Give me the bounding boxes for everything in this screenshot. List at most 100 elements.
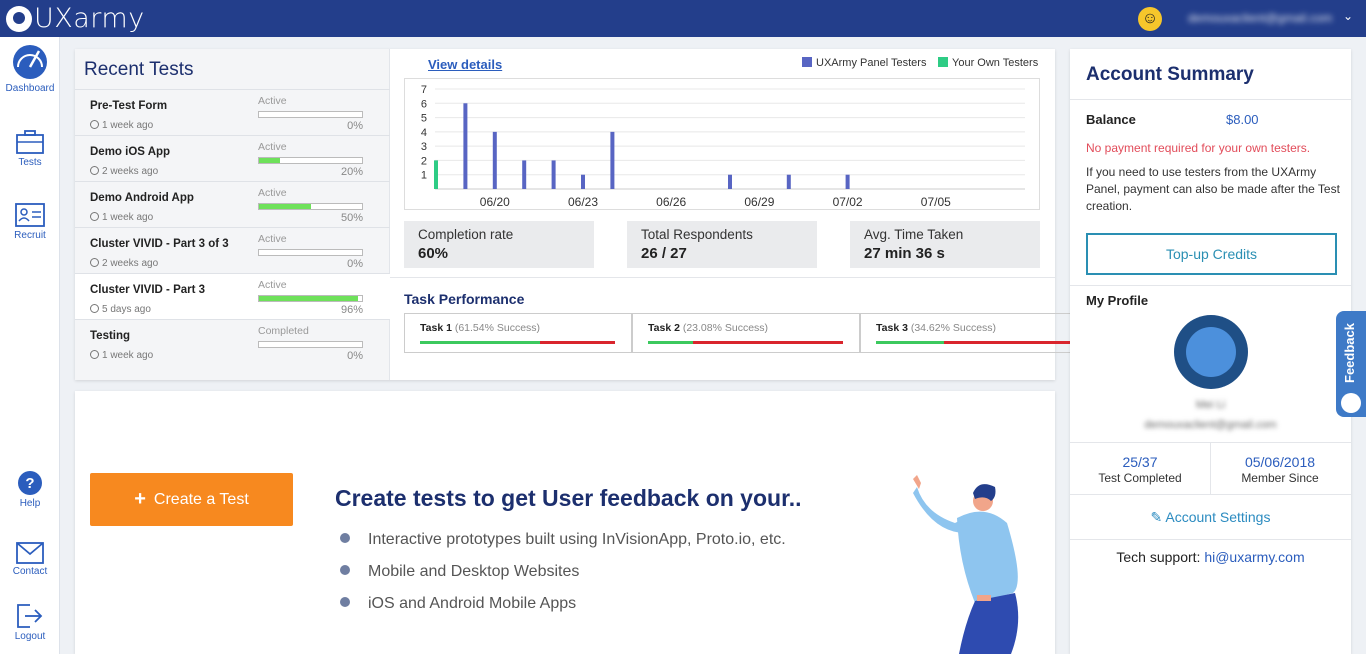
- person-illustration: [913, 475, 1019, 654]
- task-performance-item[interactable]: Task 1 (61.54% Success): [404, 313, 632, 353]
- logout-icon: [17, 604, 43, 628]
- bullet-text: Mobile and Desktop Websites: [368, 563, 580, 580]
- stat-total-respondents: Total Respondents 26 / 27: [627, 221, 817, 268]
- test-progress-fill: [259, 296, 358, 301]
- brand-logo[interactable]: UXarmy: [6, 3, 145, 34]
- sidebar-item-label: Help: [19, 498, 41, 509]
- sidebar-item-logout[interactable]: Logout: [0, 603, 60, 642]
- bar-panel-testers: [492, 131, 497, 189]
- account-summary-title: Account Summary: [1086, 64, 1254, 85]
- bullet-item: iOS and Android Mobile Apps: [340, 595, 576, 613]
- id-card-icon: [15, 203, 45, 227]
- plus-icon: +: [134, 488, 146, 510]
- avatar[interactable]: [1174, 315, 1248, 389]
- brand-name: UXarmy: [34, 3, 145, 34]
- divider: [1070, 285, 1351, 286]
- sidebar-item-help[interactable]: ? Help: [0, 470, 60, 509]
- account-settings-label: Account Settings: [1165, 509, 1271, 525]
- test-row[interactable]: Pre-Test Form 1 week ago Active 0%: [75, 89, 390, 135]
- test-time: 2 weeks ago: [90, 258, 158, 269]
- view-details-link[interactable]: View details: [428, 57, 502, 72]
- stat-completion-rate: Completion rate 60%: [404, 221, 594, 268]
- clock-icon: [90, 350, 99, 359]
- test-status: Completed: [258, 325, 309, 337]
- sidebar-item-tests[interactable]: Tests: [0, 129, 60, 168]
- test-row[interactable]: Cluster VIVID - Part 3 5 days ago Active 96…: [75, 273, 390, 319]
- tech-support-label: Tech support:: [1116, 549, 1205, 565]
- bar-own-testers: [434, 160, 438, 189]
- test-time: 2 weeks ago: [90, 166, 158, 177]
- create-test-label: Create a Test: [153, 490, 249, 508]
- test-name: Cluster VIVID - Part 3: [90, 284, 206, 296]
- y-tick-label: 6: [421, 98, 427, 110]
- test-name: Demo iOS App: [90, 146, 171, 158]
- test-row[interactable]: Demo iOS App 2 weeks ago Active 20%: [75, 135, 390, 181]
- legend-panel-testers[interactable]: UXArmy Panel Testers: [802, 57, 926, 69]
- account-settings-link[interactable]: ✎ Account Settings: [1070, 509, 1351, 526]
- test-time: 1 week ago: [90, 350, 153, 361]
- legend-own-testers[interactable]: Your Own Testers: [938, 57, 1038, 69]
- test-progress-pct: 50%: [340, 212, 363, 224]
- user-icon: [1186, 327, 1236, 377]
- test-row[interactable]: Cluster VIVID - Part 3 of 3 2 weeks ago Ac…: [75, 227, 390, 273]
- y-tick-label: 4: [421, 127, 427, 139]
- test-name: Cluster VIVID - Part 3 of 3: [90, 238, 229, 250]
- payment-info: If you need to use testers from the UXAr…: [1086, 165, 1340, 213]
- test-progress-fill: [259, 204, 311, 209]
- x-tick-label: 07/02: [833, 195, 863, 209]
- bullet-dot-icon: [340, 565, 350, 575]
- task-success-fill: [876, 341, 944, 344]
- bullet-item: Interactive prototypes built using InVis…: [340, 531, 786, 549]
- clock-icon: [90, 304, 99, 313]
- divider: [1070, 494, 1351, 495]
- test-progress-fill: [259, 158, 280, 163]
- clock-icon: [90, 120, 99, 129]
- topup-credits-button[interactable]: Top-up Credits: [1086, 233, 1337, 275]
- test-row[interactable]: Testing 1 week ago Completed 0%: [75, 319, 390, 365]
- task-success-bar: [420, 341, 615, 344]
- recent-tests-title: Recent Tests: [84, 59, 194, 80]
- test-progress-bar: [258, 341, 363, 348]
- bullet-dot-icon: [340, 597, 350, 607]
- bullet-item: Mobile and Desktop Websites: [340, 563, 579, 581]
- bar-panel-testers: [610, 131, 615, 189]
- task-name: Task 1 (61.54% Success): [420, 322, 541, 334]
- task-success-fill: [420, 341, 540, 344]
- legend-swatch: [802, 57, 812, 67]
- test-row[interactable]: Demo Android App 1 week ago Active 50%: [75, 181, 390, 227]
- task-performance-item[interactable]: Task 3 (34.62% Success): [860, 313, 1088, 353]
- test-progress-pct: 0%: [347, 350, 363, 362]
- stat-value: 26 / 27: [641, 245, 687, 262]
- test-status: Active: [258, 279, 287, 291]
- sidebar-item-contact[interactable]: Contact: [0, 542, 60, 577]
- logo-icon: [6, 5, 32, 32]
- bar-panel-testers: [581, 174, 585, 189]
- sidebar: Dashboard Tests Recruit ? Help Contact L…: [0, 37, 60, 654]
- bar-panel-testers: [551, 160, 556, 189]
- balance-label: Balance: [1086, 112, 1136, 127]
- task-performance-item[interactable]: Task 2 (23.08% Success): [632, 313, 860, 353]
- member-since-value: 05/06/2018: [1244, 454, 1316, 470]
- feedback-tab[interactable]: Feedback: [1336, 311, 1366, 417]
- bar-panel-testers: [786, 174, 791, 189]
- test-status: Active: [258, 233, 287, 245]
- smiley-icon[interactable]: ☺: [1138, 7, 1162, 31]
- y-tick-label: 1: [421, 170, 427, 182]
- sidebar-item-dashboard[interactable]: Dashboard: [0, 43, 60, 94]
- chevron-down-icon[interactable]: ⌄: [1343, 9, 1353, 23]
- profile-name: Mei Li: [1195, 399, 1226, 411]
- divider: [1070, 539, 1351, 540]
- tech-support-email[interactable]: hi@uxarmy.com: [1204, 549, 1304, 565]
- x-tick-label: 06/23: [568, 195, 598, 209]
- chart-panel: View details UXArmy Panel Testers Your O…: [390, 49, 1088, 380]
- create-test-button[interactable]: + Create a Test: [90, 473, 293, 526]
- test-name: Demo Android App: [90, 192, 194, 204]
- bar-panel-testers: [728, 174, 732, 189]
- sidebar-item-label: Tests: [18, 157, 42, 168]
- user-email[interactable]: demouxaclient@gmail.com: [1188, 11, 1332, 25]
- responses-chart-svg: 1 2 3 4 5 6 7 06/20 06/23 06/26 06/29 07/02 07/05: [421, 84, 1025, 209]
- sidebar-item-recruit[interactable]: Recruit: [0, 202, 60, 241]
- mail-icon: [16, 542, 44, 564]
- test-progress-bar: [258, 203, 363, 210]
- sidebar-item-label: Recruit: [14, 230, 46, 241]
